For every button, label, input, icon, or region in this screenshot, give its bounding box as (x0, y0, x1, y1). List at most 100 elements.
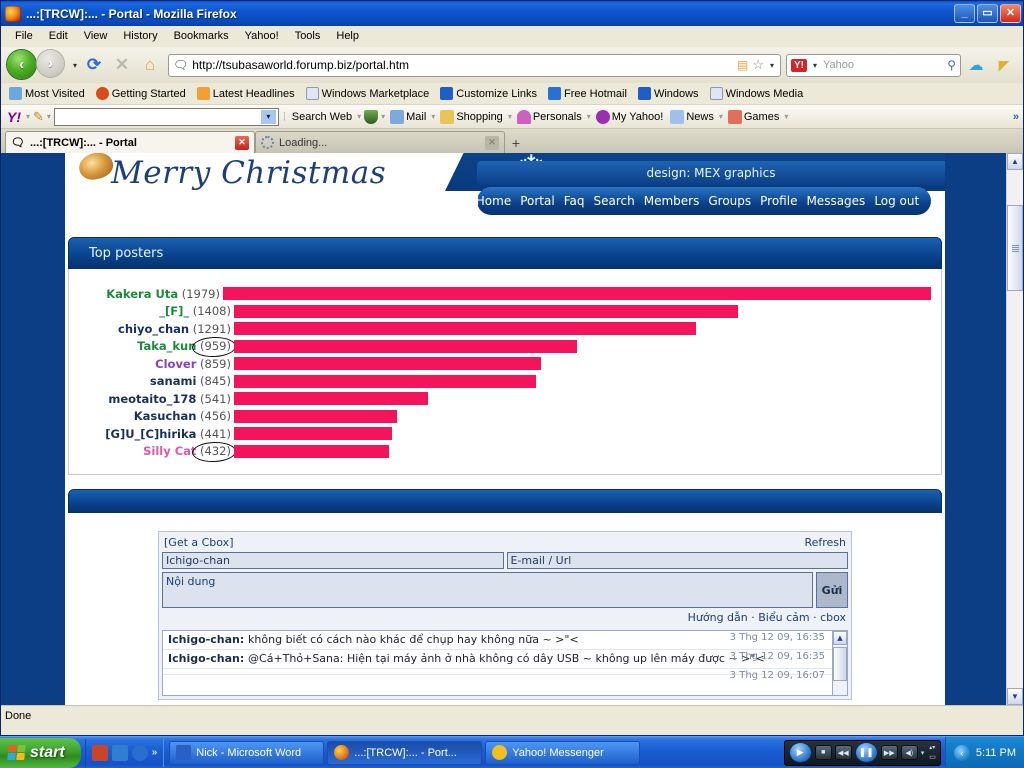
search-icon[interactable]: ⚲ (947, 58, 956, 72)
menu-bookmarks[interactable]: Bookmarks (166, 28, 237, 44)
pencil-icon[interactable]: ✎ (33, 109, 44, 125)
new-tab-button[interactable]: + (505, 133, 527, 153)
poster-name[interactable]: Clover (155, 357, 196, 371)
back-button[interactable]: ‹ (7, 50, 39, 80)
shield-icon[interactable] (364, 109, 379, 124)
nav-home[interactable]: Home (476, 194, 511, 208)
nav-search[interactable]: Search (593, 194, 634, 208)
menu-file[interactable]: File (7, 28, 41, 44)
menu-history[interactable]: History (115, 28, 165, 44)
search-bar[interactable]: Y! ▾ Yahoo ⚲ (786, 53, 961, 77)
yahoo-logo-dropdown-icon[interactable]: ▾ (26, 112, 30, 121)
menu-view[interactable]: View (76, 28, 116, 44)
nav-logout[interactable]: Log out (874, 194, 919, 208)
nav-profile[interactable]: Profile (760, 194, 797, 208)
stop-button[interactable]: ✕ (109, 52, 135, 78)
bookmark-item[interactable]: Windows (634, 86, 703, 101)
media-stop-button[interactable]: ■ (814, 745, 832, 760)
nav-faq[interactable]: Faq (564, 194, 585, 208)
search-engine-dropdown-icon[interactable]: ▾ (813, 61, 817, 70)
nav-messages[interactable]: Messages (806, 194, 865, 208)
cbox-scroll-up-button[interactable]: ▲ (833, 631, 847, 645)
nav-groups[interactable]: Groups (708, 194, 751, 208)
toolbar-overflow-icon[interactable]: » (1013, 111, 1019, 123)
url-dropdown-icon[interactable]: ▾ (770, 61, 774, 70)
poster-name[interactable]: Silly Cat (143, 444, 196, 458)
poster-name[interactable]: Kakera Uta (106, 287, 178, 301)
task-messenger[interactable]: Yahoo! Messenger (485, 740, 641, 765)
scroll-down-button[interactable]: ▼ (1007, 688, 1023, 705)
poster-name[interactable]: Taka_kun (137, 339, 196, 353)
clock[interactable]: 5:11 PM (976, 747, 1016, 759)
page-scrollbar[interactable]: ▲ ▼ (1006, 153, 1023, 705)
minimize-button[interactable]: _ (954, 4, 975, 23)
maximize-button[interactable]: ▭ (977, 4, 998, 23)
tab-close-icon[interactable]: ✕ (485, 135, 499, 150)
bookmark-item[interactable]: Windows Media (706, 86, 808, 101)
rss-icon[interactable]: ▤ (737, 58, 748, 72)
poster-name[interactable]: sanami (150, 374, 196, 388)
forward-button[interactable]: › (37, 50, 69, 80)
menu-tools[interactable]: Tools (287, 28, 329, 44)
home-button[interactable]: ⌂ (137, 52, 163, 78)
close-button[interactable]: ✕ (1000, 4, 1021, 23)
nav-members[interactable]: Members (644, 194, 700, 208)
menu-edit[interactable]: Edit (41, 28, 76, 44)
tray-expand-icon[interactable]: ‹ (953, 744, 970, 761)
search-web-dropdown-icon[interactable]: ▾ (357, 112, 361, 121)
bookmark-star-icon[interactable]: ☆ (752, 57, 764, 73)
cbox-scrollbar[interactable]: ▲ (832, 631, 847, 695)
media-expand-icon[interactable]: ▭ (929, 753, 936, 761)
pencil-dropdown-icon[interactable]: ▾ (47, 112, 51, 121)
media-icon[interactable] (91, 744, 108, 761)
poster-name[interactable]: chiyo_chan (118, 322, 189, 336)
my-yahoo-button[interactable]: My Yahoo! (594, 109, 666, 124)
yahoo-personals-button[interactable]: Personals (515, 109, 584, 124)
player-icon[interactable] (111, 744, 128, 761)
bookmark-item[interactable]: Customize Links (436, 86, 541, 101)
scroll-thumb[interactable] (1007, 205, 1023, 291)
bookmark-item[interactable]: Most Visited (5, 86, 89, 101)
menu-help[interactable]: Help (328, 28, 367, 44)
cbox-email-input[interactable]: E-mail / Url (506, 552, 848, 569)
yahoo-mail-button[interactable]: Mail (388, 109, 428, 124)
cbox-footer-links[interactable]: Hướng dẫn · Biểu cảm · cbox (688, 611, 846, 624)
media-volume-button[interactable]: ◀) (900, 745, 918, 760)
cbox-message-user[interactable]: Ichigo-chan: (168, 633, 248, 646)
yahoo-search-input[interactable]: ▾ (53, 107, 279, 126)
yahoo-shopping-button[interactable]: Shopping (438, 109, 505, 124)
personals-dropdown-icon[interactable]: ▾ (587, 112, 591, 121)
cbox-refresh-link[interactable]: Refresh (804, 536, 846, 549)
bookmark-item[interactable]: Getting Started (92, 86, 190, 101)
poster-name[interactable]: meotaito_178 (108, 392, 196, 406)
search-input[interactable]: Yahoo (823, 59, 943, 71)
poster-name[interactable]: [G]U_[C]hirika (105, 427, 196, 441)
bookmark-item[interactable]: Latest Headlines (193, 86, 299, 101)
shopping-dropdown-icon[interactable]: ▾ (508, 112, 512, 121)
yahoo-news-button[interactable]: News (668, 109, 716, 124)
nav-history-dropdown-icon[interactable]: ▾ (73, 61, 77, 70)
scroll-up-button[interactable]: ▲ (1007, 153, 1023, 170)
cbox-message-user[interactable]: Ichigo-chan: (168, 652, 248, 665)
tab-close-icon[interactable]: ✕ (235, 135, 249, 150)
get-a-cbox-link[interactable]: [Get a Cbox] (164, 536, 234, 549)
cbox-send-button[interactable]: Gửi (816, 572, 848, 608)
media-previous-button[interactable]: ◀◀ (834, 745, 852, 760)
shield-dropdown-icon[interactable]: ▾ (381, 112, 385, 121)
media-restore-icon[interactable]: ▴▾ (929, 744, 936, 751)
media-next-button[interactable]: ▶▶ (880, 745, 898, 760)
poster-name[interactable]: Kasuchan (134, 409, 197, 423)
poster-name[interactable]: _[F]_ (159, 304, 189, 318)
cbox-name-input[interactable]: Ichigo-chan (162, 552, 504, 569)
ie-icon[interactable] (131, 744, 148, 761)
skype-icon[interactable]: ☁ (963, 52, 989, 78)
task-firefox[interactable]: ...:[TRCW]:... - Port... (327, 740, 483, 765)
yahoo-search-web-button[interactable]: Search Web (290, 111, 354, 123)
tab-portal[interactable]: 🗨 ...:[TRCW]:... - Portal ✕ (5, 131, 255, 153)
nav-portal[interactable]: Portal (520, 194, 554, 208)
bookmark-item[interactable]: Windows Marketplace (302, 86, 434, 101)
news-dropdown-icon[interactable]: ▾ (719, 112, 723, 121)
quick-launch-overflow-icon[interactable]: » (152, 747, 158, 758)
megaphone-icon[interactable]: ◤ (991, 52, 1017, 78)
mail-dropdown-icon[interactable]: ▾ (431, 112, 435, 121)
